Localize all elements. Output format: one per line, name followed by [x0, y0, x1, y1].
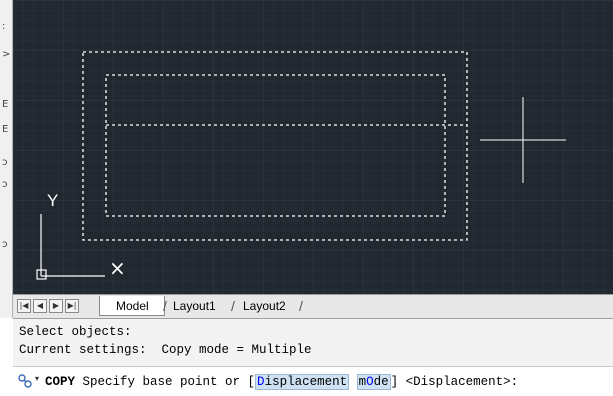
ucs-y-axis-label: Y: [47, 191, 58, 210]
option-hotkey: O: [366, 375, 374, 389]
option-label: isplacement: [264, 375, 348, 389]
next-tab-button[interactable]: ▶: [49, 299, 63, 313]
tab-separator: /: [231, 298, 235, 314]
prompt-text: ] <Displacement>:: [390, 375, 519, 389]
command-history-panel: Select objects: Current settings: Copy m…: [13, 318, 613, 366]
command-name: COPY: [45, 375, 76, 389]
toolbar-mark: :: [2, 21, 6, 32]
command-line-input[interactable]: ▾ COPY Specify base point or [Displaceme…: [13, 366, 613, 396]
command-icon[interactable]: [17, 373, 33, 389]
tab-separator: /: [299, 298, 303, 314]
tab-separator: /: [163, 298, 167, 314]
tab-layout2[interactable]: Layout2: [239, 296, 286, 316]
toolbar-mark: ɔ: [2, 157, 8, 168]
first-tab-button[interactable]: |◀: [17, 299, 31, 313]
option-label: de: [373, 375, 389, 389]
chevron-down-icon[interactable]: ▾: [35, 374, 39, 383]
toolbar-mark: ɔ: [2, 239, 8, 250]
layout-tab-bar: |◀ ◀ ▶ ▶| Model / Layout1 / Layout2 /: [13, 294, 613, 318]
left-toolbar-strip: : > E E ɔ ɔ ɔ: [0, 0, 13, 318]
option-mode-button[interactable]: mOde: [356, 374, 391, 390]
option-displacement-button[interactable]: Displacement: [255, 374, 350, 390]
toolbar-mark: >: [2, 49, 11, 60]
command-prompt: COPY Specify base point or [Displacement…: [45, 373, 518, 391]
option-hotkey: D: [257, 375, 265, 389]
ucs-x-axis-label: ×: [109, 256, 126, 280]
toolbar-mark: ɔ: [2, 179, 8, 190]
tab-model[interactable]: Model: [99, 296, 165, 316]
toolbar-mark: E: [2, 99, 9, 110]
history-line: Select objects:: [19, 325, 132, 339]
option-label: m: [358, 375, 367, 389]
history-line: Current settings: Copy mode = Multiple: [19, 343, 312, 357]
prompt-text: Specify base point or [: [75, 375, 256, 389]
last-tab-button[interactable]: ▶|: [65, 299, 79, 313]
previous-tab-button[interactable]: ◀: [33, 299, 47, 313]
drawing-canvas[interactable]: Y ×: [13, 0, 613, 294]
drawing-canvas-svg: Y ×: [13, 0, 613, 294]
toolbar-mark: E: [2, 124, 9, 135]
tab-layout1[interactable]: Layout1: [169, 296, 216, 316]
